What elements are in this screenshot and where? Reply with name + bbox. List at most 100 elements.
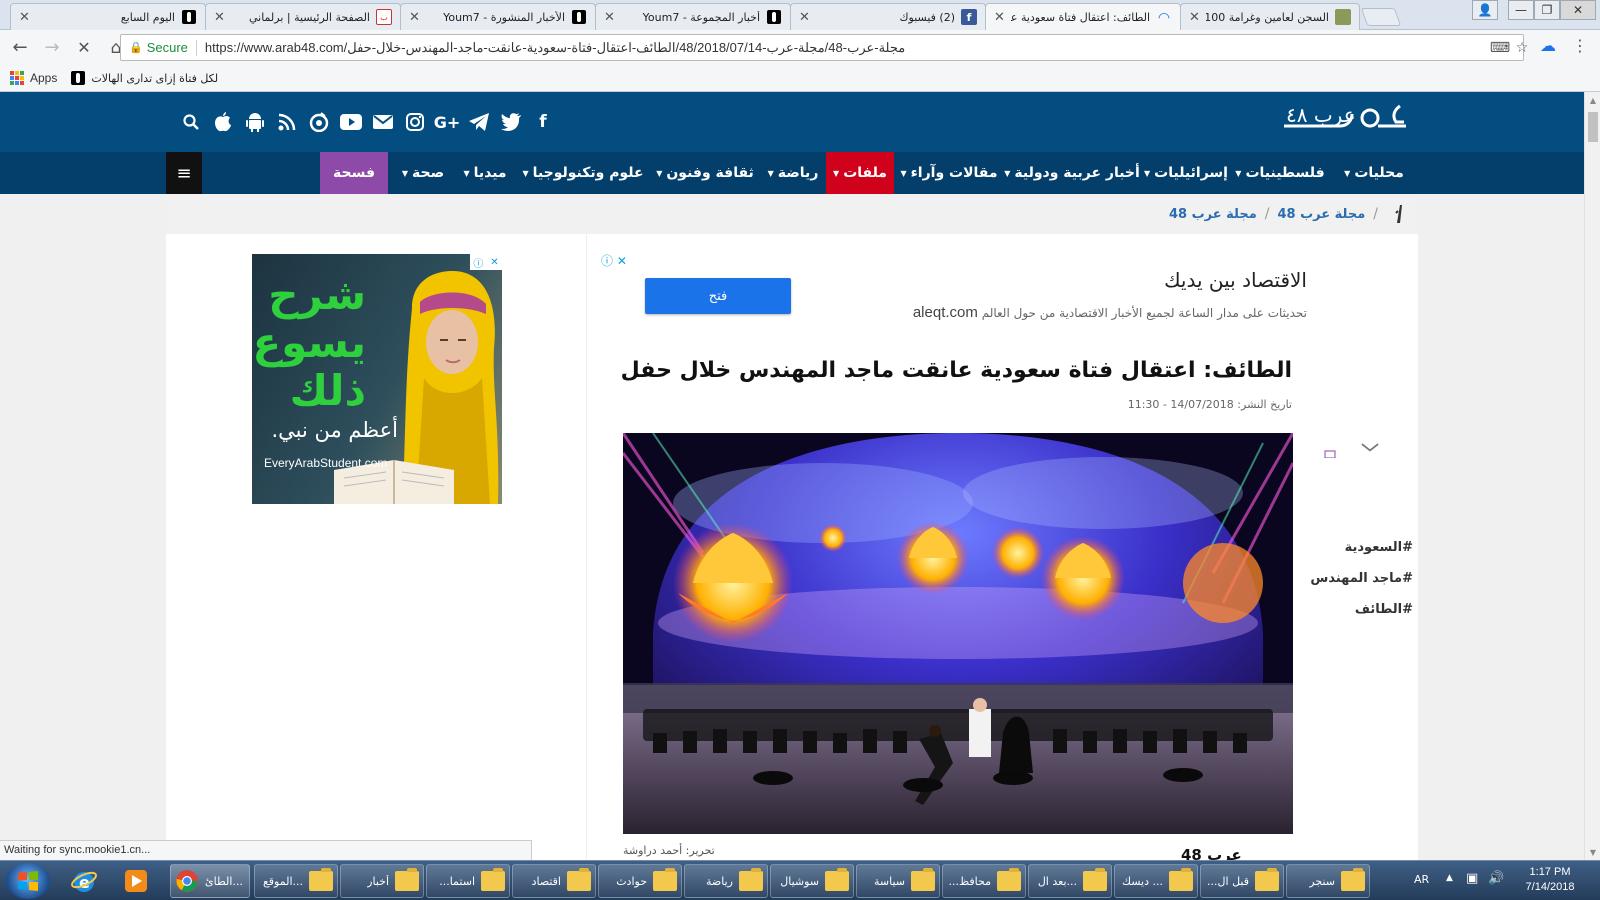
forward-button[interactable]: → bbox=[38, 34, 66, 62]
email-icon[interactable] bbox=[370, 109, 396, 135]
home-logo-icon[interactable] bbox=[1394, 205, 1404, 223]
nav-item-sports[interactable]: رياضة ▼ bbox=[762, 152, 824, 194]
language-indicator[interactable]: AR bbox=[1414, 873, 1429, 886]
apps-grid-icon[interactable] bbox=[10, 71, 24, 85]
telegram-icon[interactable] bbox=[466, 109, 492, 135]
top-ad-banner[interactable]: ✕ ⓘ الاقتصاد بين يديك تحديثات على مدار ا… bbox=[587, 250, 1367, 334]
facebook-icon[interactable]: f bbox=[530, 109, 556, 135]
google-plus-icon[interactable]: G+ bbox=[434, 109, 461, 135]
scroll-thumb[interactable] bbox=[1588, 112, 1598, 142]
nav-item-opinion[interactable]: مقالات وآراء ▼ bbox=[896, 152, 1002, 194]
close-icon[interactable]: ✕ bbox=[1189, 10, 1200, 25]
twitter-share-button[interactable] bbox=[1311, 390, 1349, 428]
tab-3[interactable]: f (2) فيسبوك ✕ bbox=[790, 3, 986, 30]
taskbar-window-chrome[interactable]: ...الطائ bbox=[170, 864, 250, 898]
nav-item-arab-intl[interactable]: أخبار عربية ودولية ▼ bbox=[1004, 152, 1140, 194]
close-icon[interactable]: ✕ bbox=[409, 10, 420, 25]
facebook-share-button[interactable]: f bbox=[1351, 390, 1389, 428]
close-window-button[interactable]: ✕ bbox=[1560, 0, 1596, 20]
nav-item-files[interactable]: ملفات ▼ bbox=[826, 152, 894, 194]
hamburger-menu-icon[interactable]: ≡ bbox=[166, 152, 202, 194]
volume-icon[interactable]: 🔊 bbox=[1488, 871, 1504, 886]
internet-explorer-icon[interactable]: e bbox=[58, 864, 110, 898]
close-icon[interactable]: ✕ bbox=[19, 10, 30, 25]
apple-icon[interactable] bbox=[210, 109, 236, 135]
radio-icon[interactable] bbox=[306, 109, 332, 135]
nav-item-science[interactable]: علوم وتكنولوجيا ▼ bbox=[518, 152, 648, 194]
search-icon[interactable] bbox=[178, 109, 204, 135]
tab-5[interactable]: الأخبار المنشورة - Youm7 ✕ bbox=[400, 3, 596, 30]
nav-item-media[interactable]: ميديا ▼ bbox=[454, 152, 516, 194]
tab-2[interactable]: ◠ الطائف: اعتقال فتاة سعودية عانقت... ✕ bbox=[985, 3, 1181, 31]
new-tab-button[interactable] bbox=[1360, 8, 1402, 26]
instagram-icon[interactable] bbox=[402, 109, 428, 135]
taskbar-window[interactable]: سنجر bbox=[1286, 864, 1370, 898]
rss-icon[interactable] bbox=[274, 109, 300, 135]
extension-icon[interactable]: ☁ bbox=[1540, 36, 1556, 55]
info-icon[interactable]: ⓘ bbox=[473, 255, 483, 270]
bookmark-item[interactable]: لكل فتاة إزاى تدارى الهالات bbox=[71, 71, 218, 85]
start-button[interactable] bbox=[6, 863, 50, 899]
taskbar-window[interactable]: ... ديسك bbox=[1114, 864, 1198, 898]
taskbar-window[interactable]: محافظ... bbox=[942, 864, 1026, 898]
nav-item-israel[interactable]: إسرائيليات ▼ bbox=[1140, 152, 1232, 194]
taskbar-window[interactable]: سوشيال bbox=[770, 864, 854, 898]
media-player-icon[interactable] bbox=[110, 864, 162, 898]
taskbar-window[interactable]: سياسة bbox=[856, 864, 940, 898]
close-icon[interactable]: ✕ bbox=[604, 10, 615, 25]
minimize-button[interactable]: — bbox=[1508, 0, 1534, 20]
system-clock[interactable]: 1:17 PM 7/14/2018 bbox=[1510, 865, 1590, 895]
nav-item-culture[interactable]: ثقافة وفنون ▼ bbox=[650, 152, 760, 194]
taskbar-window[interactable]: اقتصاد bbox=[512, 864, 596, 898]
nav-item-local[interactable]: محليات ▼ bbox=[1330, 152, 1418, 194]
ad-choices-icons[interactable]: ✕ ⓘ bbox=[601, 252, 627, 269]
show-hidden-icons[interactable]: ▲ bbox=[1446, 873, 1453, 883]
youtube-icon[interactable] bbox=[338, 109, 364, 135]
ad-choices-badge[interactable]: ⓘ ✕ bbox=[470, 254, 502, 270]
close-icon[interactable]: ✕ bbox=[214, 10, 225, 25]
scroll-down-icon[interactable]: ▼ bbox=[1585, 844, 1600, 860]
taskbar-window[interactable]: ...بعد ال bbox=[1028, 864, 1112, 898]
nav-item-palestine[interactable]: فلسطينيات ▼ bbox=[1232, 152, 1328, 194]
google-plus-share-button[interactable]: G+ bbox=[1351, 469, 1389, 507]
zoom-in-button[interactable]: + bbox=[1351, 351, 1389, 389]
profile-icon[interactable]: 👤 bbox=[1472, 0, 1498, 20]
close-icon[interactable]: ✕ bbox=[490, 257, 498, 268]
ad-open-button[interactable]: فتح bbox=[645, 278, 791, 314]
tab-1[interactable]: السجن لعامين وغرامة 100 ألف ... ✕ bbox=[1180, 3, 1360, 30]
url-text[interactable]: https://www.arab48.com/مجلة-عرب-48/مجلة-… bbox=[205, 40, 905, 56]
twitter-icon[interactable] bbox=[498, 109, 524, 135]
back-button[interactable]: ← bbox=[6, 34, 34, 62]
close-icon[interactable]: ✕ bbox=[994, 10, 1005, 25]
menu-dots-icon[interactable]: ⋮ bbox=[1572, 36, 1588, 55]
restore-button[interactable]: ❐ bbox=[1534, 0, 1560, 20]
taskbar-window[interactable]: حوادث bbox=[598, 864, 682, 898]
nav-item-health[interactable]: صحة ▼ bbox=[394, 152, 452, 194]
tab-4[interactable]: أخبار المجموعة - Youm7 ✕ bbox=[595, 3, 791, 30]
tab-7[interactable]: اليوم السابع ✕ bbox=[10, 3, 206, 30]
tag-link[interactable]: #ماجد المهندس bbox=[1293, 571, 1413, 586]
network-icon[interactable]: ▣ bbox=[1466, 871, 1478, 886]
side-ad-banner[interactable]: شرح يسوع ذلك أعظم من نبي. EveryArabStude… bbox=[252, 254, 502, 504]
tab-6[interactable]: ب الصفحة الرئيسية | برلماني ✕ bbox=[205, 3, 401, 30]
taskbar-window[interactable]: رياضة bbox=[684, 864, 768, 898]
email-share-button[interactable] bbox=[1351, 430, 1389, 468]
translate-icon[interactable]: ⌨ bbox=[1490, 39, 1510, 57]
stop-button[interactable]: ✕ bbox=[70, 34, 98, 62]
print-button[interactable] bbox=[1311, 430, 1349, 468]
taskbar-window[interactable]: قبل ال... bbox=[1200, 864, 1284, 898]
taskbar-window[interactable]: استما... bbox=[426, 864, 510, 898]
nav-item-fusha[interactable]: فسحة bbox=[320, 152, 388, 194]
breadcrumb-link[interactable]: مجلة عرب 48 bbox=[1169, 207, 1257, 222]
breadcrumb-link[interactable]: مجلة عرب 48 bbox=[1277, 207, 1365, 222]
scroll-up-icon[interactable]: ▲ bbox=[1585, 92, 1600, 108]
taskbar-window[interactable]: أخبار bbox=[340, 864, 424, 898]
zoom-out-button[interactable]: − bbox=[1311, 351, 1349, 389]
tag-link[interactable]: #الطائف bbox=[1293, 602, 1413, 617]
arab48-logo[interactable]: عرب ٤٨ bbox=[1282, 100, 1408, 144]
bookmark-star-icon[interactable]: ☆ bbox=[1513, 39, 1531, 57]
tag-link[interactable]: #السعودية bbox=[1293, 540, 1413, 555]
taskbar-window[interactable]: ...الموقع bbox=[254, 864, 338, 898]
close-icon[interactable]: ✕ bbox=[799, 10, 810, 25]
address-bar[interactable]: 🔒 Secure https://www.arab48.com/مجلة-عرب… bbox=[120, 34, 1528, 61]
